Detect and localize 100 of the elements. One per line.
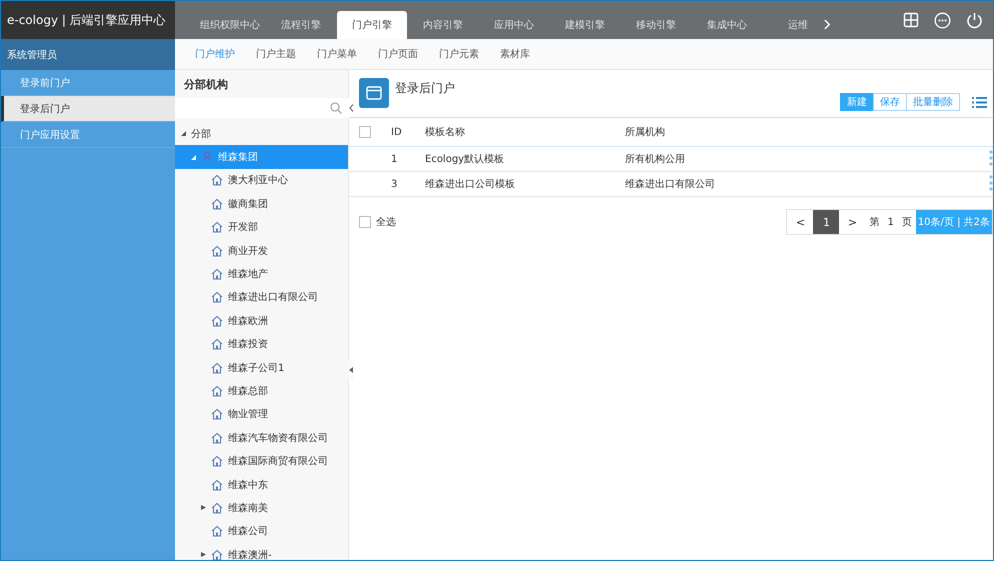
sub-tab[interactable]: 门户元素 <box>439 47 479 61</box>
sidebar-header: 系统管理员 <box>1 39 175 70</box>
house-icon <box>211 432 223 444</box>
search-icon[interactable] <box>330 102 342 114</box>
tree-item[interactable]: 维森投资 <box>175 332 348 356</box>
tree-item[interactable]: 维森进出口有限公司 <box>175 286 348 310</box>
column-header: ID <box>391 118 425 146</box>
house-icon <box>211 198 223 210</box>
house-icon <box>211 314 223 327</box>
module-tab[interactable]: 应用中心 <box>479 11 549 39</box>
tree-label: 维森欧洲 <box>228 314 268 328</box>
tree-item[interactable]: 维森南美 <box>175 496 348 520</box>
grid-icon[interactable] <box>903 12 919 28</box>
tree-item[interactable]: 维森澳洲- <box>175 543 348 560</box>
column-header: 模板名称 <box>425 118 625 146</box>
tree-label: 澳大利亚中心 <box>228 174 288 188</box>
tree-label: 维森公司 <box>228 524 268 538</box>
house-icon <box>211 548 223 560</box>
sub-tab[interactable]: 门户主题 <box>256 47 296 61</box>
tree-label: 维森国际商贸有限公司 <box>228 454 328 468</box>
tree-item[interactable]: 维森总部 <box>175 379 348 403</box>
select-all-label: 全选 <box>376 216 396 229</box>
tree-label: 徽商集团 <box>228 198 268 211</box>
module-tab[interactable]: 门户引擎 <box>337 11 407 39</box>
house-icon <box>211 268 223 280</box>
tree-item[interactable]: 开发部 <box>175 216 348 239</box>
tree-item[interactable]: 澳大利亚中心 <box>175 168 348 192</box>
tree-label: 维森南美 <box>228 502 268 515</box>
module-tab[interactable]: 集成中心 <box>692 11 762 39</box>
sidebar-item[interactable]: 登录后门户 <box>1 96 175 122</box>
tree-label: 维森集团 <box>218 150 258 164</box>
tree-label: 维森中东 <box>228 478 268 492</box>
table-cell: Ecology默认模板 <box>425 146 625 172</box>
house-icon <box>211 338 223 350</box>
search-field[interactable] <box>175 98 348 118</box>
tree-item[interactable]: 维森地产 <box>175 262 348 286</box>
sub-tab[interactable]: 门户页面 <box>378 47 418 61</box>
people-icon <box>201 151 213 164</box>
module-tab[interactable]: 运维 <box>763 11 833 39</box>
house-icon <box>211 502 223 514</box>
expand-icon[interactable] <box>201 552 206 558</box>
house-icon <box>211 384 223 397</box>
table-cell: 所有机构公用 <box>625 146 983 172</box>
tree-item[interactable]: 维森子公司1 <box>175 356 348 380</box>
module-tab[interactable]: 流程引擎 <box>266 11 336 39</box>
house-icon <box>211 455 223 468</box>
collapse-handle[interactable] <box>348 360 354 380</box>
checkbox[interactable] <box>359 216 371 228</box>
app-title: e-cology | 后端引擎应用中心 <box>1 1 175 39</box>
tree-label: 开发部 <box>228 220 258 234</box>
module-tab[interactable]: 内容引擎 <box>408 11 478 39</box>
table-cell: 3 <box>391 172 425 196</box>
house-icon <box>211 362 223 374</box>
table-cell: 维森进出口公司模板 <box>425 172 625 196</box>
house-icon <box>211 291 223 304</box>
tree-item[interactable]: 商业开发 <box>175 238 348 262</box>
tree-item[interactable]: 维森中东 <box>175 472 348 496</box>
more-icon[interactable] <box>934 12 951 28</box>
page-title: 登录后门户 <box>395 80 455 97</box>
tree-item[interactable]: 徽商集团 <box>175 192 348 216</box>
house-icon <box>211 174 223 186</box>
tree-item[interactable]: 维森汽车物资有限公司 <box>175 426 348 450</box>
tree-item[interactable]: 维森公司 <box>175 520 348 544</box>
tree-label: 维森澳洲- <box>228 548 272 560</box>
tree-label: 商业开发 <box>228 244 268 258</box>
module-tab[interactable]: 移动引擎 <box>621 11 691 39</box>
list-icon[interactable] <box>972 96 987 108</box>
checkbox[interactable] <box>359 126 371 138</box>
sub-tab[interactable]: 门户维护 <box>195 47 235 61</box>
module-tab[interactable]: 建模引擎 <box>550 11 620 39</box>
house-icon <box>211 525 223 538</box>
house-icon <box>211 221 223 234</box>
chevron-right-icon[interactable] <box>824 19 831 30</box>
collapse-icon[interactable] <box>191 154 196 160</box>
house-icon <box>211 244 223 257</box>
column-header: 所属机构 <box>625 118 983 146</box>
tree-label: 维森总部 <box>228 384 268 398</box>
power-icon[interactable] <box>966 12 983 28</box>
table-cell: 维森进出口有限公司 <box>625 172 983 196</box>
sub-tab[interactable]: 门户菜单 <box>317 47 357 61</box>
tree-label: 维森进出口有限公司 <box>228 290 318 304</box>
tree-item[interactable]: 物业管理 <box>175 402 348 426</box>
expand-icon[interactable] <box>201 505 206 510</box>
tree-item[interactable]: 分部 <box>175 122 348 146</box>
table-cell: 1 <box>391 146 425 172</box>
panel-title: 分部机构 <box>183 76 229 92</box>
tree-label: 维森投资 <box>228 338 268 352</box>
house-icon <box>211 478 223 491</box>
tree-item[interactable]: 维森国际商贸有限公司 <box>175 449 348 473</box>
tree-label: 维森子公司1 <box>228 362 284 375</box>
tree-label: 分部 <box>191 128 211 141</box>
tree-item[interactable]: 维森欧洲 <box>175 309 348 333</box>
collapse-icon[interactable] <box>181 131 186 136</box>
tree-label: 维森地产 <box>228 268 268 282</box>
tree-label: 维森汽车物资有限公司 <box>228 432 328 445</box>
house-icon <box>211 408 223 420</box>
module-tab[interactable]: 组织权限中心 <box>195 11 265 39</box>
window-icon <box>359 78 389 108</box>
sub-tab[interactable]: 素材库 <box>500 47 530 61</box>
tree-label: 物业管理 <box>228 408 268 422</box>
